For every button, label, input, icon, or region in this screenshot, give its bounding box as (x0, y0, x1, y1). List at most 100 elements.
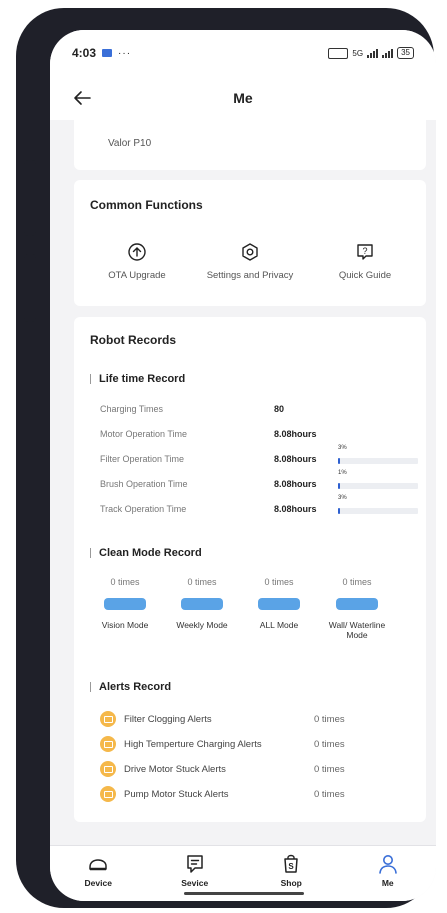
alert-row: High Temperture Charging Alerts 0 times (100, 735, 420, 753)
common-functions-card: Common Functions OTA Upgrade Settings an… (74, 180, 426, 306)
mode-bar (104, 598, 146, 610)
mode-count: 0 times (264, 577, 294, 587)
life-percent: 3% (338, 445, 347, 451)
alert-label: Drive Motor Stuck Alerts (124, 763, 226, 775)
alert-count: 0 times (314, 763, 345, 775)
alert-count: 0 times (314, 788, 345, 800)
section-marker (90, 374, 91, 384)
mode-label: ALL Mode (259, 620, 299, 630)
settings-hexagon-icon (242, 243, 258, 261)
screen: 4:03 ··· 5G 35 Me Valor P10 Common Funct… (50, 30, 436, 901)
life-label: Filter Operation Time (100, 454, 185, 464)
battery-icon: 35 (397, 47, 414, 59)
side-button-upper (24, 160, 36, 236)
nav-label: Device (84, 878, 112, 888)
life-label: Brush Operation Time (100, 479, 188, 489)
robot-records-card: Robot Records Life time Record Charging … (74, 317, 426, 822)
side-button-lower (24, 254, 36, 322)
life-percent: 1% (338, 470, 347, 476)
section-marker (90, 548, 91, 558)
section-marker (90, 682, 91, 692)
alert-row: Filter Clogging Alerts 0 times (100, 710, 420, 728)
svg-text:?: ? (362, 246, 367, 256)
device-name: Valor P10 (108, 138, 152, 149)
mode-label: Vision Mode (101, 620, 149, 630)
status-dots: ··· (118, 47, 132, 59)
person-icon (378, 855, 397, 874)
life-label: Track Operation Time (100, 504, 187, 514)
back-arrow-icon[interactable] (70, 86, 94, 110)
life-progress-track (338, 483, 418, 489)
quick-guide-button[interactable]: ? Quick Guide (310, 242, 420, 282)
svg-text:S: S (289, 862, 295, 871)
device-card[interactable]: Valor P10 (74, 120, 426, 170)
status-time: 4:03 (72, 46, 97, 60)
life-value: 8.08hours (274, 454, 317, 464)
life-value: 8.08hours (274, 504, 317, 514)
mode-count: 0 times (110, 577, 140, 587)
service-chat-icon (187, 855, 203, 873)
common-functions-title: Common Functions (90, 198, 203, 212)
alerts-section-header: Alerts Record (90, 681, 171, 693)
robot-device-icon (89, 859, 107, 871)
quick-guide-label: Quick Guide (338, 270, 392, 281)
mode-bar (258, 598, 300, 610)
life-label: Charging Times (100, 404, 164, 414)
hd-icon (328, 47, 349, 59)
life-progress-track (338, 508, 418, 514)
shop-bag-icon: S (284, 854, 298, 873)
nav-label: Shop (280, 878, 302, 888)
life-value: 8.08hours (274, 429, 317, 439)
mode-weekly: 0 times Weekly Mode (167, 577, 237, 630)
alert-label: High Temperture Charging Alerts (124, 738, 262, 750)
life-percent: 3% (338, 495, 347, 501)
alert-row: Pump Motor Stuck Alerts 0 times (100, 785, 420, 803)
pump-motor-alert-icon (100, 786, 116, 802)
mode-count: 0 times (342, 577, 372, 587)
life-progress-track (338, 458, 418, 464)
life-progress-fill (338, 483, 340, 489)
drive-motor-alert-icon (100, 761, 116, 777)
life-value: 8.08hours (274, 479, 317, 489)
nav-label: Sevice (181, 878, 209, 888)
life-progress-fill (338, 508, 341, 514)
life-row-charging: Charging Times 80 (100, 404, 420, 418)
life-row-brush: Brush Operation Time 8.08hours 1% (100, 470, 420, 493)
help-chat-icon: ? (357, 244, 373, 260)
alert-row: Drive Motor Stuck Alerts 0 times (100, 760, 420, 778)
mode-all: 0 times ALL Mode (244, 577, 314, 630)
robot-records-title: Robot Records (90, 333, 177, 347)
settings-privacy-label: Settings and Privacy (206, 270, 294, 281)
life-time-section-header: Life time Record (90, 373, 185, 385)
mode-bar (336, 598, 378, 610)
life-row-filter: Filter Operation Time 8.08hours 3% (100, 445, 420, 468)
signal-icon-2 (382, 48, 394, 58)
nav-device[interactable]: Device (50, 846, 147, 901)
life-row-track: Track Operation Time 8.08hours 3% (100, 495, 420, 518)
life-progress-fill (338, 458, 341, 464)
temperature-alert-icon (100, 736, 116, 752)
alert-count: 0 times (314, 738, 345, 750)
ota-upgrade-label: OTA Upgrade (108, 270, 166, 281)
life-value: 80 (274, 404, 285, 414)
clean-mode-section-header: Clean Mode Record (90, 547, 202, 559)
phone-frame: 4:03 ··· 5G 35 Me Valor P10 Common Funct… (16, 8, 436, 908)
network-label: 5G (352, 48, 364, 58)
ota-upgrade-button[interactable]: OTA Upgrade (82, 242, 192, 282)
life-row-motor: Motor Operation Time 8.08hours (100, 429, 420, 443)
settings-privacy-button[interactable]: Settings and Privacy (195, 242, 305, 282)
mode-wall-waterline: 0 times Wall/ Waterline Mode (322, 577, 392, 640)
page-title: Me (233, 90, 253, 106)
nav-me[interactable]: Me (340, 846, 437, 901)
alert-label: Filter Clogging Alerts (124, 713, 212, 725)
alert-label: Pump Motor Stuck Alerts (124, 788, 229, 800)
life-time-title: Life time Record (99, 373, 186, 385)
alert-count: 0 times (314, 713, 345, 725)
filter-alert-icon (100, 711, 116, 727)
mail-icon (102, 49, 113, 57)
upload-circle-icon (128, 243, 146, 261)
status-bar: 4:03 ··· 5G 35 (50, 30, 436, 76)
mode-count: 0 times (187, 577, 217, 587)
clean-mode-title: Clean Mode Record (99, 547, 202, 559)
mode-bar (181, 598, 223, 610)
